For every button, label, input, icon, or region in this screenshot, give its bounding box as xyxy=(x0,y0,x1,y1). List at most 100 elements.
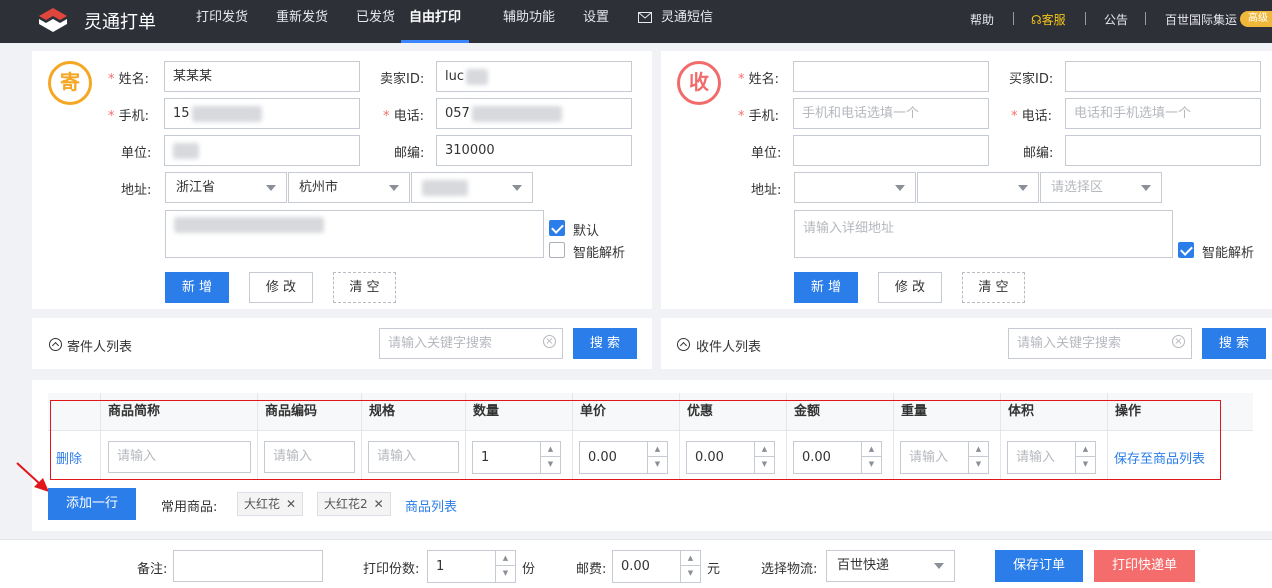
app-logo-icon xyxy=(39,8,67,32)
chevron-down-icon xyxy=(895,185,905,191)
red-arrow-icon xyxy=(16,462,49,492)
sender-mobile-label: * 手机: xyxy=(108,109,150,124)
headset-icon: ☊ xyxy=(1031,13,1042,27)
sender-phone-input[interactable]: 057 xyxy=(436,98,632,129)
receiver-zip-input[interactable] xyxy=(1065,135,1261,166)
receiver-unit-input[interactable] xyxy=(793,135,989,166)
nav-help-link[interactable]: 帮助 xyxy=(970,11,994,28)
common-goods-tag[interactable]: 大红花2 ✕ xyxy=(317,492,391,516)
sender-district-select[interactable] xyxy=(411,172,533,203)
vip-badge: 高级 xyxy=(1240,11,1272,27)
seller-id-label: 卖家ID: xyxy=(380,72,425,87)
chevron-down-icon xyxy=(934,563,944,569)
seller-id-input[interactable]: luc xyxy=(436,61,632,92)
nav-separator xyxy=(1013,12,1014,25)
receiver-clear-button[interactable]: 清 空 xyxy=(962,272,1025,303)
highlight-box xyxy=(50,400,1221,480)
nav-item-shipped[interactable]: 已发货 xyxy=(356,0,395,43)
receiver-add-button[interactable]: 新 增 xyxy=(794,272,858,303)
sender-badge: 寄 xyxy=(48,61,92,105)
nav-item-sms[interactable]: 灵通短信 xyxy=(661,0,713,43)
receiver-search-input[interactable]: 请输入关键字搜索 xyxy=(1008,328,1192,359)
nav-separator xyxy=(1145,12,1146,25)
decrement-icon[interactable]: ▼ xyxy=(496,566,515,581)
receiver-list-toggle[interactable]: 收件人列表 xyxy=(696,336,761,355)
nav-notice-link[interactable]: 公告 xyxy=(1104,11,1128,28)
sender-province-select[interactable]: 浙江省 xyxy=(165,172,287,203)
nav-item-tools[interactable]: 辅助功能 xyxy=(503,0,555,43)
receiver-phone-input[interactable]: 电话和手机选填一个 xyxy=(1065,98,1261,129)
close-icon[interactable]: ✕ xyxy=(286,497,296,511)
sender-city-select[interactable]: 杭州市 xyxy=(288,172,410,203)
sender-name-input[interactable]: 某某某 xyxy=(164,61,360,92)
sender-parse-checkbox[interactable] xyxy=(549,242,565,258)
nav-item-reship[interactable]: 重新发货 xyxy=(276,0,328,43)
clear-search-icon[interactable]: × xyxy=(543,335,556,348)
nav-service-link[interactable]: ☊客服 xyxy=(1031,11,1066,28)
sender-name-label: * 姓名: xyxy=(108,72,150,87)
collapse-icon[interactable] xyxy=(677,338,690,351)
chevron-down-icon xyxy=(389,185,399,191)
common-goods-tag[interactable]: 大红花 ✕ xyxy=(237,492,304,516)
nav-company-name[interactable]: 百世国际集运 xyxy=(1165,11,1237,28)
sender-unit-input[interactable] xyxy=(164,135,360,166)
receiver-edit-button[interactable]: 修 改 xyxy=(878,272,942,303)
sender-edit-button[interactable]: 修 改 xyxy=(249,272,313,303)
sender-search-button[interactable]: 搜 索 xyxy=(573,328,637,359)
postage-unit: 元 xyxy=(707,562,721,577)
receiver-unit-label: 单位: xyxy=(751,146,782,161)
common-goods-label: 常用商品: xyxy=(161,500,218,515)
receiver-district-select[interactable]: 请选择区 xyxy=(1040,172,1162,203)
mail-icon xyxy=(638,12,652,23)
sender-search-input[interactable]: 请输入关键字搜索 xyxy=(379,328,563,359)
remark-label: 备注: xyxy=(137,562,168,577)
sender-mobile-input[interactable]: 15 xyxy=(164,98,360,129)
buyer-id-input[interactable] xyxy=(1065,61,1261,92)
chevron-down-icon xyxy=(266,185,276,191)
receiver-search-button[interactable]: 搜 索 xyxy=(1202,328,1266,359)
sender-zip-label: 邮编: xyxy=(394,146,425,161)
collapse-icon[interactable] xyxy=(49,338,62,351)
postage-label: 邮费: xyxy=(576,562,607,577)
receiver-address-label: 地址: xyxy=(751,183,782,198)
logistics-select[interactable]: 百世快递 xyxy=(826,550,955,582)
sender-clear-button[interactable]: 清 空 xyxy=(333,272,396,303)
buyer-id-label: 买家ID: xyxy=(1009,72,1054,87)
app-brand: 灵通打单 xyxy=(84,12,156,33)
chevron-down-icon xyxy=(1141,185,1151,191)
postage-stepper[interactable]: 0.00 ▲ ▼ xyxy=(612,550,701,583)
logistics-label: 选择物流: xyxy=(761,562,818,577)
sender-list-toggle[interactable]: 寄件人列表 xyxy=(67,336,132,355)
save-order-button[interactable]: 保存订单 xyxy=(995,550,1083,582)
sender-parse-label: 智能解析 xyxy=(573,246,626,261)
receiver-mobile-input[interactable]: 手机和电话选填一个 xyxy=(793,98,989,129)
close-icon[interactable]: ✕ xyxy=(374,497,384,511)
decrement-icon[interactable]: ▼ xyxy=(681,566,700,581)
add-row-button[interactable]: 添加一行 xyxy=(48,488,136,520)
increment-icon[interactable]: ▲ xyxy=(681,551,700,566)
nav-item-free-print[interactable]: 自由打印 xyxy=(401,0,470,43)
increment-icon[interactable]: ▲ xyxy=(496,551,515,566)
top-nav: 灵通打单 打印发货 重新发货 已发货 自由打印 辅助功能 设置 灵通短信 帮助 … xyxy=(0,0,1272,43)
copies-stepper[interactable]: 1 ▲ ▼ xyxy=(427,550,516,583)
sender-unit-label: 单位: xyxy=(121,146,152,161)
receiver-mobile-label: * 手机: xyxy=(738,109,780,124)
sender-default-checkbox[interactable] xyxy=(549,220,565,236)
receiver-city-select[interactable] xyxy=(917,172,1039,203)
goods-list-link[interactable]: 商品列表 xyxy=(405,496,457,515)
nav-item-settings[interactable]: 设置 xyxy=(583,0,609,43)
copies-unit: 份 xyxy=(522,562,536,577)
sender-zip-input[interactable]: 310000 xyxy=(436,135,632,166)
nav-item-print-ship[interactable]: 打印发货 xyxy=(196,0,248,43)
sender-address-detail[interactable] xyxy=(165,210,544,258)
print-waybill-button[interactable]: 打印快递单 xyxy=(1094,550,1195,582)
receiver-address-detail[interactable]: 请输入详细地址 xyxy=(794,210,1173,258)
receiver-province-select[interactable] xyxy=(794,172,916,203)
receiver-zip-label: 邮编: xyxy=(1023,146,1054,161)
sender-add-button[interactable]: 新 增 xyxy=(165,272,229,303)
receiver-parse-checkbox[interactable] xyxy=(1178,242,1194,258)
receiver-name-input[interactable] xyxy=(793,61,989,92)
sender-phone-label: * 电话: xyxy=(383,109,425,124)
remark-input[interactable] xyxy=(173,550,323,582)
clear-search-icon[interactable]: × xyxy=(1172,335,1185,348)
